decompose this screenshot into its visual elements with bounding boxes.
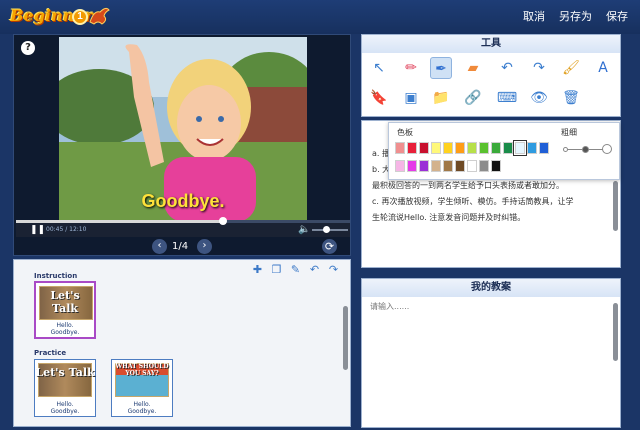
next-page-button[interactable]: ›: [197, 239, 212, 254]
color-popup: 色板 粗细: [388, 122, 620, 180]
trash-icon[interactable]: 🗑: [560, 87, 582, 109]
pen-icon[interactable]: ✒: [430, 57, 452, 79]
color-swatch[interactable]: [431, 160, 441, 172]
slide-caption: Hello. Goodbye.: [50, 401, 80, 415]
color-swatch[interactable]: [431, 142, 441, 154]
add-slide-icon[interactable]: ✚: [251, 263, 264, 276]
section-label: Practice: [34, 349, 67, 357]
video-controls: ❚❚ 00:45 / 12:10 🔈: [16, 217, 350, 237]
slides-panel: ✚ ❐ ✎ ↶ ↷ Instruction Let's Talk Hello. …: [13, 259, 351, 427]
level-badge: 1: [72, 9, 88, 25]
brush-icon[interactable]: 🖌: [560, 57, 582, 79]
eye-icon[interactable]: 👁: [528, 87, 550, 109]
notes-title: 我的教案: [362, 279, 620, 297]
slide-toolbar: ✚ ❐ ✎ ↶ ↷: [251, 263, 340, 276]
color-swatch[interactable]: [455, 142, 465, 154]
color-swatch[interactable]: [443, 142, 453, 154]
color-swatch[interactable]: [467, 142, 477, 154]
text-line: 最积极回答的一到两名学生给予口头表扬或者敢加分。: [372, 181, 564, 190]
slide-caption: Hello. Goodbye.: [50, 322, 80, 336]
progress-handle[interactable]: [219, 217, 228, 225]
color-swatch[interactable]: [407, 142, 417, 154]
cancel-button[interactable]: 取消: [523, 8, 545, 24]
slide-title: Let's Talk: [35, 366, 95, 379]
volume-handle[interactable]: [322, 226, 330, 233]
prev-page-button[interactable]: ‹: [152, 239, 167, 254]
slides-scrollbar[interactable]: [343, 306, 348, 370]
text-line: 生轮流说Hello. 注意发音问题并及时纠错。: [372, 213, 526, 222]
color-swatch[interactable]: [491, 160, 501, 172]
slide-thumbnail[interactable]: Let's Talk Hello. Goodbye.: [34, 359, 96, 417]
lesson-notes-panel: 我的教案: [361, 278, 621, 428]
text-icon[interactable]: A: [592, 57, 614, 79]
copy-icon[interactable]: ❐: [270, 263, 283, 276]
undo-icon[interactable]: ↶: [308, 263, 321, 276]
save-button[interactable]: 保存: [606, 8, 628, 24]
help-button[interactable]: ?: [21, 41, 35, 55]
time-display: 00:45 / 12:10: [46, 226, 87, 233]
progress-bar[interactable]: [16, 217, 350, 225]
redo-icon[interactable]: ↷: [528, 57, 550, 79]
cursor-icon[interactable]: ↖: [368, 57, 390, 79]
color-swatch[interactable]: [527, 142, 537, 154]
palette-label: 色板: [397, 128, 413, 137]
folder-icon[interactable]: 📁: [430, 87, 452, 109]
color-swatch[interactable]: [513, 140, 527, 156]
screenshot-icon[interactable]: ▣: [400, 87, 422, 109]
link-icon[interactable]: 🔗: [462, 87, 484, 109]
color-swatch[interactable]: [419, 160, 429, 172]
color-swatch[interactable]: [395, 160, 405, 172]
text-scrollbar[interactable]: [613, 181, 618, 231]
eraser-icon[interactable]: ▰: [462, 57, 484, 79]
refresh-icon[interactable]: ⟳: [322, 239, 337, 254]
undo-icon[interactable]: ↶: [496, 57, 518, 79]
keyboard-icon[interactable]: ⌨: [496, 87, 518, 109]
app-logo: Beginner 1: [8, 4, 110, 30]
color-swatch[interactable]: [419, 142, 429, 154]
color-swatch[interactable]: [479, 142, 489, 154]
slide-title: WHAT SHOULD YOU SAY?: [115, 363, 169, 377]
video-caption: Goodbye.: [141, 191, 225, 211]
redo-icon[interactable]: ↷: [327, 263, 340, 276]
video-frame[interactable]: Goodbye.: [59, 37, 307, 222]
pager: ‹ 1/4 › ⟳: [14, 238, 352, 256]
volume-slider[interactable]: [312, 229, 348, 231]
color-swatch[interactable]: [443, 160, 453, 172]
thickness-large[interactable]: [602, 144, 612, 154]
thickness-medium[interactable]: [582, 146, 589, 153]
section-label: Instruction: [34, 272, 78, 280]
color-swatch[interactable]: [539, 142, 549, 154]
color-swatch[interactable]: [491, 142, 501, 154]
thickness-label: 粗细: [561, 128, 577, 137]
notes-scrollbar[interactable]: [613, 303, 618, 361]
slide-caption: Hello. Goodbye.: [127, 401, 157, 415]
tools-panel: 工具 ↖ ✏ ✒ ▰ ↶ ↷ 🖌 A 🔖 ▣ 📁 🔗 ⌨ 👁 🗑: [361, 34, 621, 117]
color-swatch[interactable]: [467, 160, 477, 172]
text-line: c. 再次播放视频，学生倾听、模仿。手持话筒教具，让学: [372, 197, 574, 206]
tools-title: 工具: [362, 35, 620, 53]
notes-input[interactable]: [370, 301, 610, 421]
video-panel: ? Goodbye. ❚❚ 00:45 / 12:10 🔈 ‹ 1/4 › ⟳: [13, 34, 351, 256]
color-swatch[interactable]: [479, 160, 489, 172]
slide-thumbnail[interactable]: Let's Talk Hello. Goodbye.: [34, 281, 96, 339]
save-as-button[interactable]: 另存为: [559, 8, 592, 24]
volume-icon[interactable]: 🔈: [298, 224, 310, 235]
top-bar: Beginner 1 取消 另存为 保存: [0, 0, 640, 34]
slide-thumbnail[interactable]: WHAT SHOULD YOU SAY? Hello. Goodbye.: [111, 359, 173, 417]
pencil-icon[interactable]: ✏: [400, 57, 422, 79]
bookmark-icon[interactable]: 🔖: [368, 87, 390, 109]
slide-title: Let's Talk: [50, 289, 80, 315]
color-swatch[interactable]: [407, 160, 417, 172]
page-indicator: 1/4: [172, 241, 189, 252]
thickness-small[interactable]: [563, 147, 568, 152]
color-swatch[interactable]: [503, 142, 513, 154]
color-swatch[interactable]: [455, 160, 465, 172]
color-swatch[interactable]: [395, 142, 405, 154]
pause-icon[interactable]: ❚❚: [30, 225, 45, 235]
progress-fill: [16, 220, 224, 223]
dragon-icon: [89, 7, 110, 25]
edit-icon[interactable]: ✎: [289, 263, 302, 276]
